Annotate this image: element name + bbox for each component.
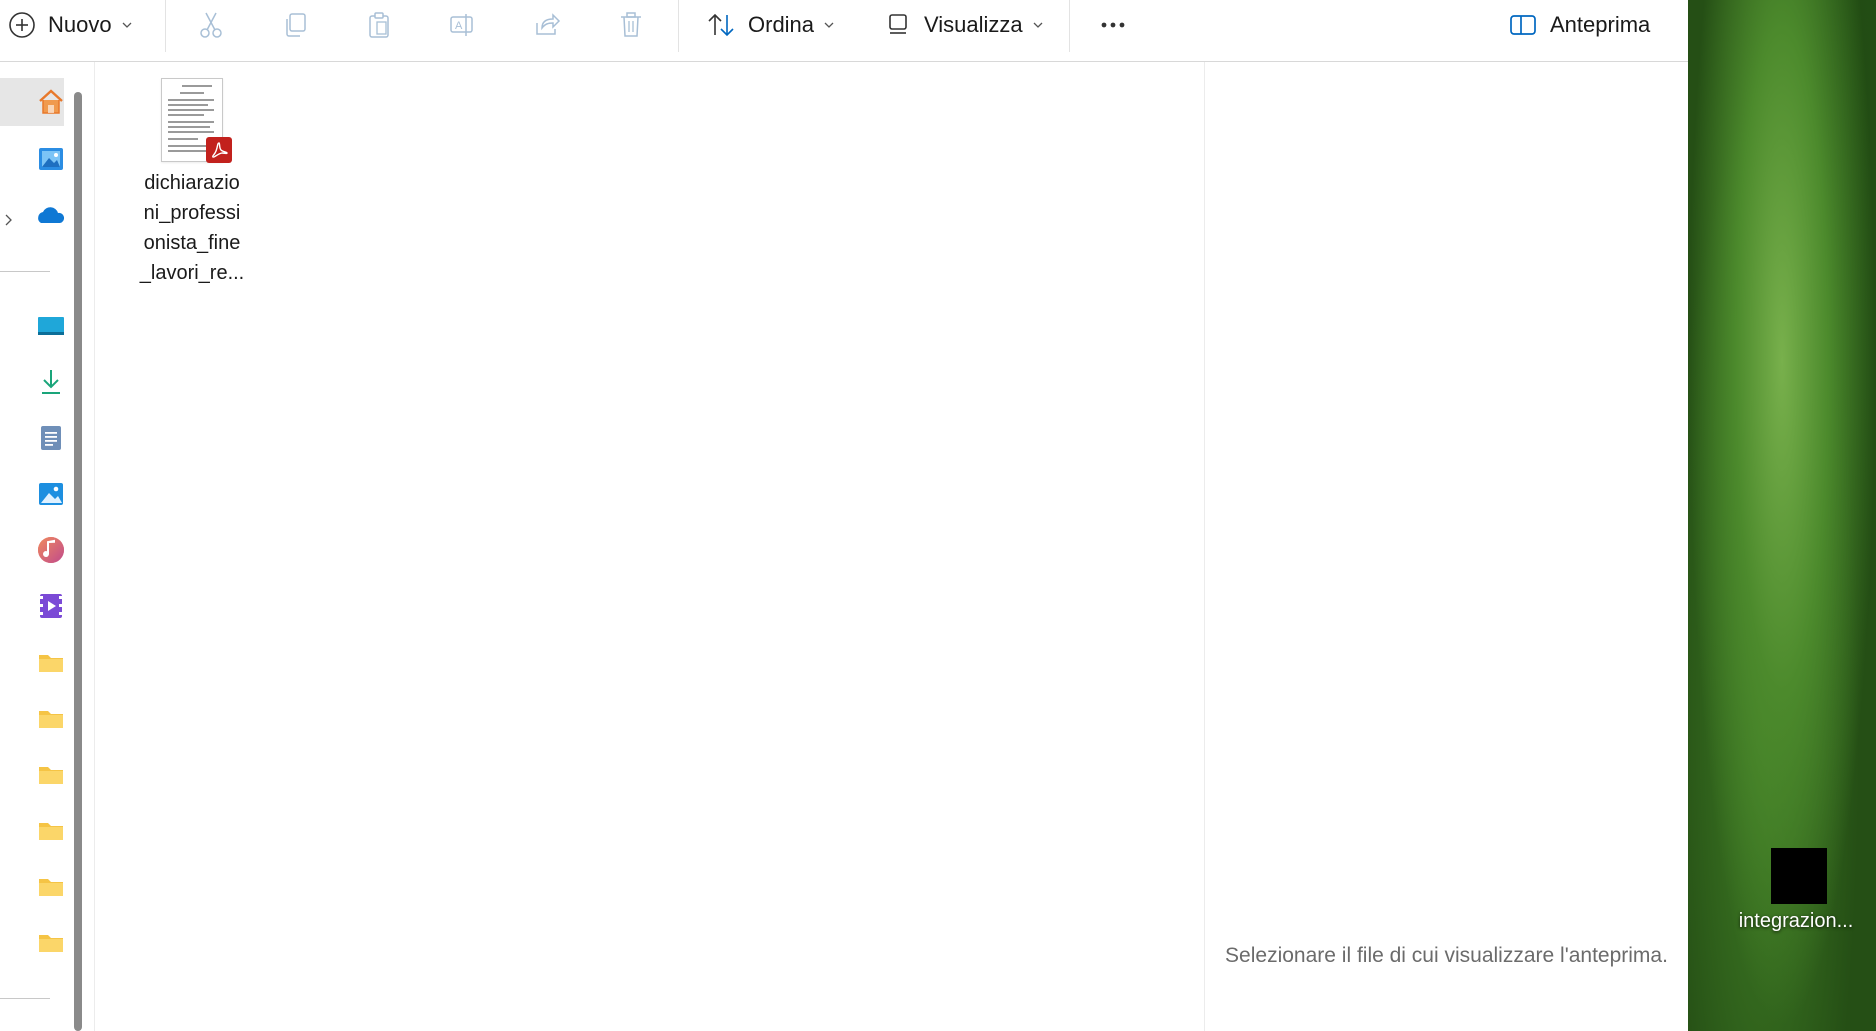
folder-icon [39,711,63,728]
nav-scrollbar[interactable] [74,92,82,1031]
nav-item-gallery[interactable] [0,135,64,183]
pictures-icon [39,483,63,505]
nav-item-folder-4[interactable] [0,806,64,854]
video-icon [40,594,62,618]
command-bar: Nuovo A Ordina Visualizza Anteprima [0,0,1688,62]
nav-item-folder-5[interactable] [0,862,64,910]
folder-icon [39,935,63,952]
preview-pane-button[interactable]: Anteprima [1508,0,1650,50]
nav-divider [0,998,50,999]
svg-text:A: A [455,20,463,32]
preview-empty-message: Selezionare il file di cui visualizzare … [1225,944,1668,967]
nav-item-pictures[interactable] [0,470,64,518]
new-button[interactable]: Nuovo [8,0,132,50]
file-name: dichiarazioni_professionista_fine_lavori… [139,172,245,284]
nav-item-folder-6[interactable] [0,918,64,966]
folder-icon [39,655,63,672]
nav-item-music[interactable] [0,526,64,574]
file-explorer-window: Nuovo A Ordina Visualizza Anteprima dich… [0,0,1688,1031]
pdf-thumbnail [161,78,232,163]
sort-button-label: Ordina [748,12,815,37]
nav-item-onedrive[interactable] [0,192,65,240]
chevron-down-icon [824,22,834,28]
paste-icon[interactable] [364,10,394,40]
nav-item-folder-2[interactable] [0,694,64,742]
chevron-down-icon [122,22,132,28]
navigation-pane [0,62,65,1031]
cut-icon[interactable] [196,10,226,40]
chevron-down-icon [1033,22,1043,28]
home-icon [39,89,63,114]
document-icon [41,426,61,450]
pdf-icon [206,137,232,163]
music-note-icon [38,537,64,563]
nav-item-folder-1[interactable] [0,638,64,686]
folder-icon [39,879,63,896]
file-item[interactable]: dichiarazioni_professionista_fine_lavori… [139,78,245,288]
folder-icon [39,823,63,840]
nav-divider [0,271,50,272]
rename-icon[interactable]: A [448,10,478,40]
view-layout-icon [889,14,907,34]
toolbar-separator [678,0,679,52]
copy-icon[interactable] [280,10,310,40]
nav-item-folder-3[interactable] [0,750,64,798]
desktop-item-thumbnail [1771,848,1827,904]
nav-item-videos[interactable] [0,582,64,630]
preview-pane-icon [1510,15,1536,35]
sort-button[interactable]: Ordina [706,0,834,50]
view-button-label: Visualizza [924,12,1023,37]
trash-icon[interactable] [616,10,646,40]
nav-item-desktop[interactable] [0,302,64,350]
share-icon[interactable] [532,10,562,40]
nav-item-downloads[interactable] [0,358,64,406]
plus-circle-icon [9,12,35,38]
toolbar-separator [1069,0,1070,52]
desktop-item-label: integrazion... [1738,910,1854,932]
onedrive-cloud-icon [38,207,65,223]
folder-icon [39,767,63,784]
sort-arrows-icon [708,13,734,37]
file-list-area: dichiarazioni_professionista_fine_lavori… [95,62,1204,1031]
toolbar-separator [165,0,166,52]
desktop-item[interactable]: integrazion... [1734,848,1864,933]
gallery-icon [39,148,63,170]
preview-pane-label: Anteprima [1550,12,1651,37]
download-arrow-icon [42,370,60,394]
desktop-icon [38,317,64,335]
nav-item-documents[interactable] [0,414,64,462]
nav-item-home[interactable] [0,78,64,126]
view-button[interactable]: Visualizza [886,0,1043,50]
more-options-icon[interactable] [1098,10,1128,40]
preview-pane-divider [1204,62,1205,1031]
new-button-label: Nuovo [48,12,112,37]
